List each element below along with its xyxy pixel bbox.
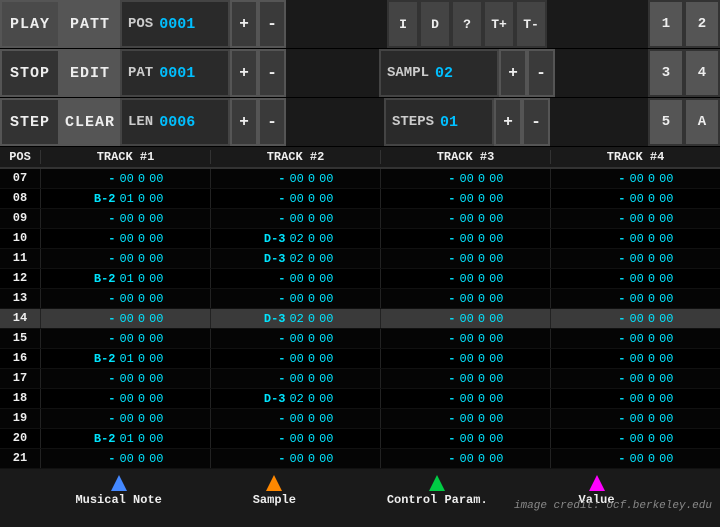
header-track3: TRACK #3 bbox=[380, 150, 550, 164]
musical-note-arrow: Musical Note bbox=[75, 475, 161, 507]
sequence-body: 07 - 00 0 00 - 00 0 00 - 00 0 00 - 00 0 … bbox=[0, 169, 720, 469]
value-arrow-icon bbox=[589, 475, 605, 491]
btn-5[interactable]: 5 bbox=[648, 98, 684, 146]
len-minus-button[interactable]: - bbox=[258, 98, 286, 146]
pos-display: POS 0001 bbox=[120, 0, 230, 48]
credit-text: image credit: ocf.berkeley.edu bbox=[514, 500, 712, 512]
d-button[interactable]: D bbox=[419, 0, 451, 48]
control-row-3: STEP CLEAR LEN 0006 + - STEPS 01 + - 5 A bbox=[0, 98, 720, 147]
btn-2[interactable]: 2 bbox=[684, 0, 720, 48]
pos-plus-button[interactable]: + bbox=[230, 0, 258, 48]
sample-label: Sample bbox=[253, 493, 296, 507]
table-row[interactable]: 20 B-2 01 0 00 - 00 0 00 - 00 0 00 - 00 … bbox=[0, 429, 720, 449]
note-label: Musical Note bbox=[75, 493, 161, 507]
steps-label: STEPS bbox=[392, 114, 434, 130]
pos-label: POS bbox=[128, 16, 153, 32]
pat-label: PAT bbox=[128, 65, 153, 81]
pat-value: 0001 bbox=[159, 65, 195, 82]
btn-a[interactable]: A bbox=[684, 98, 720, 146]
patt-button[interactable]: PATT bbox=[60, 0, 120, 48]
table-row[interactable]: 15 - 00 0 00 - 00 0 00 - 00 0 00 - 00 0 … bbox=[0, 329, 720, 349]
control-arrow-icon bbox=[429, 475, 445, 491]
header-track4: TRACK #4 bbox=[550, 150, 720, 164]
sampl-display: SAMPL 02 bbox=[379, 49, 499, 97]
len-display: LEN 0006 bbox=[120, 98, 230, 146]
table-row[interactable]: 07 - 00 0 00 - 00 0 00 - 00 0 00 - 00 0 … bbox=[0, 169, 720, 189]
step-button[interactable]: STEP bbox=[0, 98, 60, 146]
steps-plus-button[interactable]: + bbox=[494, 98, 522, 146]
sample-arrow-icon bbox=[266, 475, 282, 491]
header-track2: TRACK #2 bbox=[210, 150, 380, 164]
arrow-labels-section: Musical Note Sample Control Param. Value bbox=[0, 469, 720, 527]
len-label: LEN bbox=[128, 114, 153, 130]
table-row[interactable]: 12 B-2 01 0 00 - 00 0 00 - 00 0 00 - 00 … bbox=[0, 269, 720, 289]
table-row[interactable]: 10 - 00 0 00 D-3 02 0 00 - 00 0 00 - 00 … bbox=[0, 229, 720, 249]
pat-plus-button[interactable]: + bbox=[230, 49, 258, 97]
btn-4[interactable]: 4 bbox=[684, 49, 720, 97]
i-button[interactable]: I bbox=[387, 0, 419, 48]
table-row[interactable]: 17 - 00 0 00 - 00 0 00 - 00 0 00 - 00 0 … bbox=[0, 369, 720, 389]
table-row[interactable]: 08 B-2 01 0 00 - 00 0 00 - 00 0 00 - 00 … bbox=[0, 189, 720, 209]
sampl-plus-button[interactable]: + bbox=[499, 49, 527, 97]
table-row[interactable]: 21 - 00 0 00 - 00 0 00 - 00 0 00 - 00 0 … bbox=[0, 449, 720, 469]
table-row[interactable]: 16 B-2 01 0 00 - 00 0 00 - 00 0 00 - 00 … bbox=[0, 349, 720, 369]
table-row[interactable]: 14 - 00 0 00 D-3 02 0 00 - 00 0 00 - 00 … bbox=[0, 309, 720, 329]
tplus-button[interactable]: T+ bbox=[483, 0, 515, 48]
table-row[interactable]: 11 - 00 0 00 D-3 02 0 00 - 00 0 00 - 00 … bbox=[0, 249, 720, 269]
control-label: Control Param. bbox=[387, 493, 488, 507]
btn-1[interactable]: 1 bbox=[648, 0, 684, 48]
sampl-value: 02 bbox=[435, 65, 453, 82]
table-row[interactable]: 19 - 00 0 00 - 00 0 00 - 00 0 00 - 00 0 … bbox=[0, 409, 720, 429]
pat-display: PAT 0001 bbox=[120, 49, 230, 97]
steps-display: STEPS 01 bbox=[384, 98, 494, 146]
table-row[interactable]: 09 - 00 0 00 - 00 0 00 - 00 0 00 - 00 0 … bbox=[0, 209, 720, 229]
header-pos: POS bbox=[0, 150, 40, 164]
control-row-2: STOP EDIT PAT 0001 + - SAMPL 02 + - 3 4 bbox=[0, 49, 720, 98]
sample-arrow: Sample bbox=[253, 475, 296, 507]
table-row[interactable]: 18 - 00 0 00 D-3 02 0 00 - 00 0 00 - 00 … bbox=[0, 389, 720, 409]
q-button[interactable]: ? bbox=[451, 0, 483, 48]
pat-minus-button[interactable]: - bbox=[258, 49, 286, 97]
len-value: 0006 bbox=[159, 114, 195, 131]
note-arrow-icon bbox=[111, 475, 127, 491]
tminus-button[interactable]: T- bbox=[515, 0, 547, 48]
steps-minus-button[interactable]: - bbox=[522, 98, 550, 146]
table-row[interactable]: 13 - 00 0 00 - 00 0 00 - 00 0 00 - 00 0 … bbox=[0, 289, 720, 309]
pos-value: 0001 bbox=[159, 16, 195, 33]
len-plus-button[interactable]: + bbox=[230, 98, 258, 146]
play-button[interactable]: PLAY bbox=[0, 0, 60, 48]
btn-3[interactable]: 3 bbox=[648, 49, 684, 97]
clear-button[interactable]: CLEAR bbox=[60, 98, 120, 146]
seq-header-row: POS TRACK #1 TRACK #2 TRACK #3 TRACK #4 bbox=[0, 147, 720, 169]
sampl-minus-button[interactable]: - bbox=[527, 49, 555, 97]
control-param-arrow: Control Param. bbox=[387, 475, 488, 507]
sampl-label: SAMPL bbox=[387, 65, 429, 81]
control-row-1: PLAY PATT POS 0001 + - I D ? T+ T- 1 2 bbox=[0, 0, 720, 49]
steps-value: 01 bbox=[440, 114, 458, 131]
header-track1: TRACK #1 bbox=[40, 150, 210, 164]
pos-minus-button[interactable]: - bbox=[258, 0, 286, 48]
edit-button[interactable]: EDIT bbox=[60, 49, 120, 97]
stop-button[interactable]: STOP bbox=[0, 49, 60, 97]
